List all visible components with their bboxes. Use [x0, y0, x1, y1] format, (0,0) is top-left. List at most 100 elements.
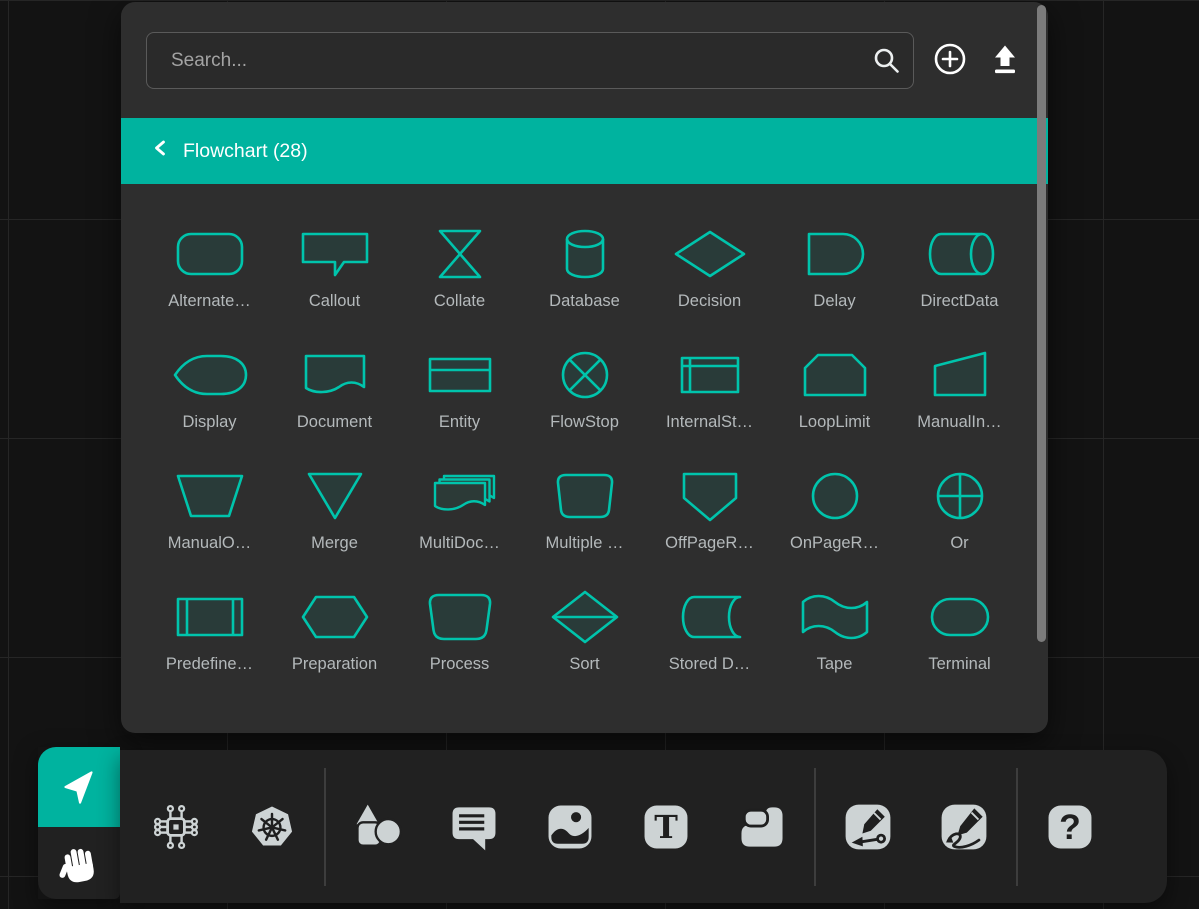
freehand-draw-tool-button[interactable]	[936, 799, 992, 855]
shape-item-flow-stop[interactable]: FlowStop	[522, 343, 647, 432]
category-title: Flowchart (28)	[183, 140, 308, 163]
mesh-components-tool-button[interactable]	[148, 799, 204, 855]
shape-label: Document	[297, 413, 372, 432]
shape-item-terminal[interactable]: Terminal	[897, 585, 1022, 674]
shape-label: Merge	[311, 534, 358, 553]
shape-item-manual-operation[interactable]: ManualO…	[147, 464, 272, 553]
dock-left-column	[38, 747, 120, 899]
shape-item-multiple[interactable]: Multiple …	[522, 464, 647, 553]
document-icon	[285, 343, 385, 407]
shape-item-or[interactable]: Or	[897, 464, 1022, 553]
shape-label: Terminal	[928, 655, 990, 674]
delay-icon	[785, 222, 885, 286]
predefined-process-icon	[160, 585, 260, 649]
shape-item-callout[interactable]: Callout	[272, 222, 397, 311]
shape-item-display[interactable]: Display	[147, 343, 272, 432]
shape-item-multi-document[interactable]: MultiDoc…	[397, 464, 522, 553]
comment-icon	[446, 799, 502, 855]
image-icon	[542, 799, 598, 855]
scrollbar[interactable]	[1037, 5, 1046, 642]
note-tool-button[interactable]	[734, 799, 790, 855]
manual-operation-icon	[160, 464, 260, 528]
category-header[interactable]: Flowchart (28)	[121, 118, 1048, 184]
upload-shapes-button[interactable]	[986, 42, 1024, 80]
shape-label: Tape	[817, 655, 853, 674]
text-icon: T	[638, 799, 694, 855]
shape-label: Callout	[309, 292, 360, 311]
shape-item-on-page-reference[interactable]: OnPageR…	[772, 464, 897, 553]
shape-item-off-page-reference[interactable]: OffPageR…	[647, 464, 772, 553]
shape-label: Sort	[569, 655, 599, 674]
shape-label: OnPageR…	[790, 534, 879, 553]
shape-item-predefined-process[interactable]: Predefine…	[147, 585, 272, 674]
shape-label: LoopLimit	[799, 413, 871, 432]
shape-item-internal-storage[interactable]: InternalSt…	[647, 343, 772, 432]
shape-label: ManualIn…	[917, 413, 1001, 432]
shape-item-direct-data[interactable]: DirectData	[897, 222, 1022, 311]
sort-icon	[535, 585, 635, 649]
comment-tool-button[interactable]	[446, 799, 502, 855]
shape-item-loop-limit[interactable]: LoopLimit	[772, 343, 897, 432]
shape-item-delay[interactable]: Delay	[772, 222, 897, 311]
shape-grid: Alternate… Callout Collate Database Decision…	[121, 184, 1048, 674]
shape-label: Collate	[434, 292, 485, 311]
shape-label: FlowStop	[550, 413, 619, 432]
shape-label: Delay	[813, 292, 855, 311]
diagram-canvas[interactable]: Flowchart (28) Alternate… Callout Collate D…	[0, 0, 1199, 909]
chevron-left-icon	[152, 139, 170, 163]
shape-label: MultiDoc…	[419, 534, 500, 553]
shape-item-tape[interactable]: Tape	[772, 585, 897, 674]
plus-circle-icon	[932, 41, 968, 80]
manual-input-icon	[910, 343, 1010, 407]
preparation-icon	[285, 585, 385, 649]
freehand-draw-icon	[936, 799, 992, 855]
select-tool-button[interactable]	[38, 747, 120, 827]
shapes-icon	[350, 799, 406, 855]
note-icon	[734, 799, 790, 855]
shape-item-manual-input[interactable]: ManualIn…	[897, 343, 1022, 432]
svg-text:?: ?	[1059, 807, 1081, 847]
shape-item-document[interactable]: Document	[272, 343, 397, 432]
shape-label: Alternate…	[168, 292, 251, 311]
kubernetes-tool-button[interactable]	[244, 799, 300, 855]
kubernetes-icon	[244, 799, 300, 855]
shape-label: OffPageR…	[665, 534, 754, 553]
shape-item-alternate-process[interactable]: Alternate…	[147, 222, 272, 311]
help-tool-button[interactable]: ?	[1042, 799, 1098, 855]
search-input[interactable]	[146, 32, 914, 89]
shape-item-database[interactable]: Database	[522, 222, 647, 311]
shape-item-decision[interactable]: Decision	[647, 222, 772, 311]
cursor-icon	[56, 764, 102, 810]
svg-text:T: T	[654, 809, 678, 846]
shape-item-sort[interactable]: Sort	[522, 585, 647, 674]
terminal-icon	[910, 585, 1010, 649]
internal-storage-icon	[660, 343, 760, 407]
shape-library-panel: Flowchart (28) Alternate… Callout Collate D…	[121, 2, 1048, 733]
loop-limit-icon	[785, 343, 885, 407]
off-page-reference-icon	[660, 464, 760, 528]
text-tool-button[interactable]: T	[638, 799, 694, 855]
shape-item-merge[interactable]: Merge	[272, 464, 397, 553]
or-icon	[910, 464, 1010, 528]
search-row	[121, 2, 1048, 89]
alternate-process-icon	[160, 222, 260, 286]
edge-pen-icon	[840, 799, 896, 855]
edge-pen-tool-button[interactable]	[840, 799, 896, 855]
shape-label: Decision	[678, 292, 741, 311]
upload-icon	[987, 41, 1023, 80]
pan-tool-button[interactable]	[38, 827, 120, 899]
process-icon	[410, 585, 510, 649]
shape-item-process[interactable]: Process	[397, 585, 522, 674]
shapes-tool-button[interactable]	[350, 799, 406, 855]
add-shape-button[interactable]	[931, 42, 969, 80]
search-icon	[871, 45, 901, 75]
hand-icon	[56, 840, 102, 886]
shape-item-stored-data[interactable]: Stored D…	[647, 585, 772, 674]
image-tool-button[interactable]	[542, 799, 598, 855]
shape-label: Entity	[439, 413, 480, 432]
shape-item-entity[interactable]: Entity	[397, 343, 522, 432]
shape-item-collate[interactable]: Collate	[397, 222, 522, 311]
shape-item-preparation[interactable]: Preparation	[272, 585, 397, 674]
shape-label: Display	[182, 413, 236, 432]
toolbar-divider	[814, 768, 816, 886]
